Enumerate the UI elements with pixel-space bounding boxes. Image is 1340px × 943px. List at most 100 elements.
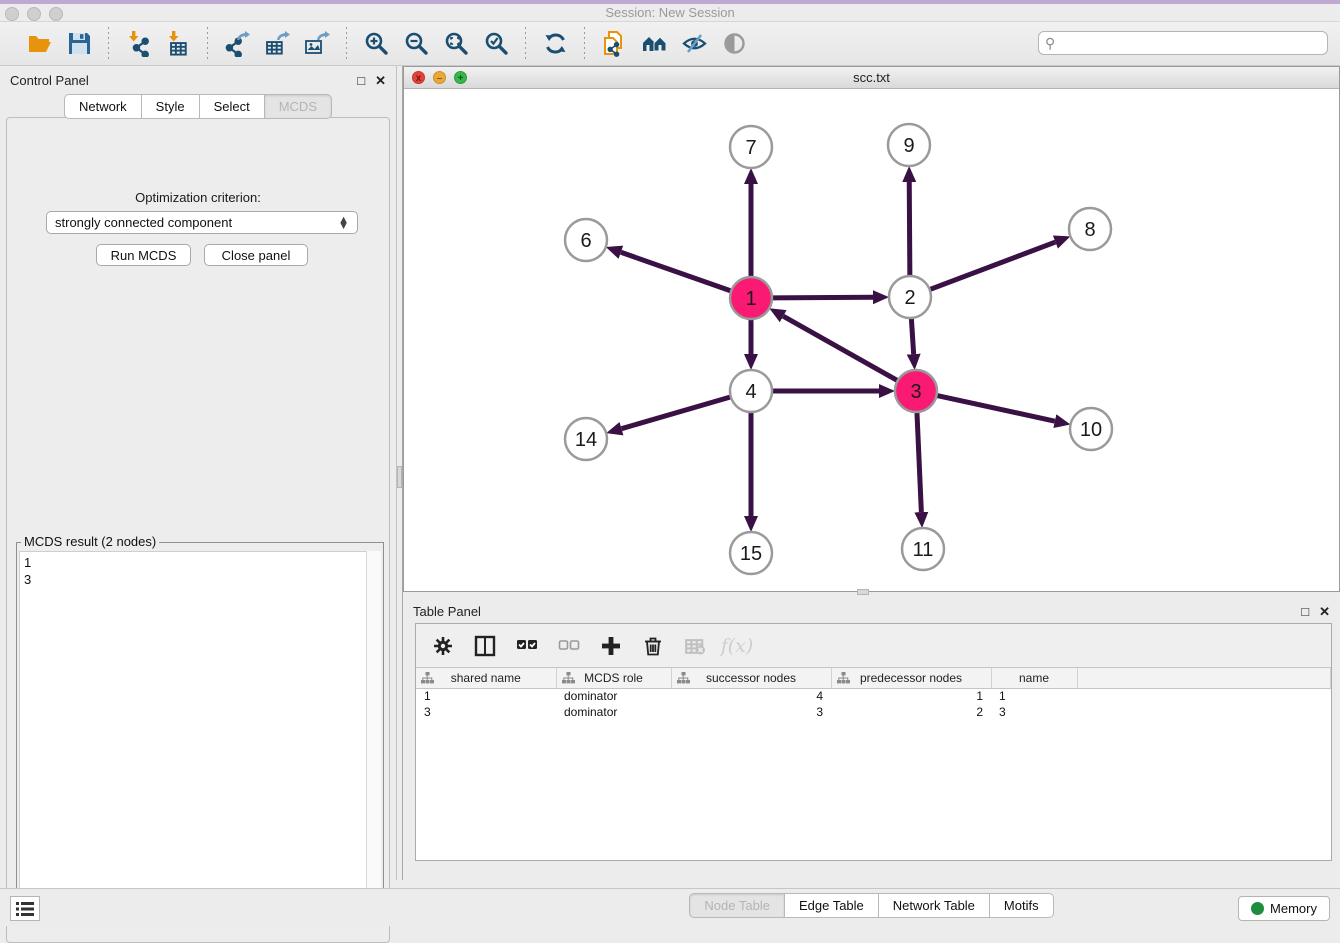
table-row[interactable]: 3dominator323: [416, 704, 1331, 720]
graph-node-10[interactable]: 10: [1070, 408, 1112, 450]
table-cell[interactable]: 3: [671, 704, 831, 720]
network-maximize-button[interactable]: +: [454, 71, 467, 84]
search-input[interactable]: [1059, 36, 1327, 51]
table-cell[interactable]: 2: [831, 704, 991, 720]
edge-3-1[interactable]: [783, 316, 897, 381]
edge-1-6[interactable]: [621, 252, 731, 291]
select-all-button[interactable]: [514, 633, 540, 659]
duplicate-network-button[interactable]: [599, 29, 629, 59]
table-tab-node-table[interactable]: Node Table: [689, 893, 785, 918]
edge-1-2[interactable]: [772, 297, 873, 298]
graph-node-6[interactable]: 6: [565, 219, 607, 261]
show-graphics-details-button[interactable]: [719, 29, 749, 59]
edge-2-9[interactable]: [909, 182, 910, 276]
open-file-button[interactable]: [24, 29, 54, 59]
add-row-button[interactable]: [598, 633, 624, 659]
column-header-MCDS-role[interactable]: MCDS role: [556, 668, 671, 688]
tab-mcds[interactable]: MCDS: [265, 94, 332, 119]
refresh-layout-button[interactable]: [540, 29, 570, 59]
table-tab-network-table[interactable]: Network Table: [879, 893, 990, 918]
settings-gear-button[interactable]: [430, 633, 456, 659]
control-panel-float-icon[interactable]: □: [357, 74, 365, 87]
tab-network[interactable]: Network: [64, 94, 142, 119]
zoom-in-button[interactable]: [361, 29, 391, 59]
node-table[interactable]: shared nameMCDS rolesuccessor nodesprede…: [416, 668, 1331, 720]
node-label-6: 6: [580, 230, 591, 252]
import-network-button[interactable]: [123, 29, 153, 59]
network-graph-canvas[interactable]: 7 9 6 8 1 2 4 3 14 10 15 11: [404, 89, 1339, 591]
table-row[interactable]: 1dominator411: [416, 688, 1331, 704]
graph-node-11[interactable]: 11: [902, 528, 944, 570]
import-table-button[interactable]: [163, 29, 193, 59]
table-cell[interactable]: 4: [671, 688, 831, 704]
edge-2-8[interactable]: [930, 242, 1056, 290]
edge-2-3[interactable]: [911, 318, 913, 354]
graph-node-15[interactable]: 15: [730, 532, 772, 574]
edge-4-14[interactable]: [622, 397, 731, 429]
optimization-criterion-select[interactable]: strongly connected component ▲▼: [46, 211, 358, 234]
export-table-button[interactable]: [262, 29, 292, 59]
mcds-result-scrollbar[interactable]: [366, 551, 381, 923]
column-header-successor-nodes[interactable]: successor nodes: [671, 668, 831, 688]
optimization-criterion-value: strongly connected component: [55, 215, 338, 230]
graph-node-2[interactable]: 2: [889, 276, 931, 318]
export-image-button[interactable]: [302, 29, 332, 59]
app-minimize-button[interactable]: [27, 7, 41, 21]
table-cell[interactable]: dominator: [556, 704, 671, 720]
task-history-button[interactable]: [10, 896, 40, 921]
table-tab-edge-table[interactable]: Edge Table: [785, 893, 879, 918]
control-panel-tabs: NetworkStyleSelectMCDS: [0, 94, 396, 119]
table-cell[interactable]: 1: [831, 688, 991, 704]
zoom-out-button[interactable]: [401, 29, 431, 59]
graph-node-8[interactable]: 8: [1069, 208, 1111, 250]
save-session-button[interactable]: [64, 29, 94, 59]
node-label-10: 10: [1080, 419, 1102, 441]
edge-3-10[interactable]: [937, 395, 1055, 421]
graph-node-14[interactable]: 14: [565, 418, 607, 460]
show-columns-button[interactable]: [472, 633, 498, 659]
vertical-splitter-grip[interactable]: [397, 466, 402, 488]
node-label-1: 1: [745, 288, 756, 310]
control-panel-close-icon[interactable]: ✕: [375, 74, 386, 87]
table-cell[interactable]: 3: [416, 704, 556, 720]
table-cell[interactable]: 3: [991, 704, 1077, 720]
app-zoom-button[interactable]: [49, 7, 63, 21]
zoom-fit-button[interactable]: [441, 29, 471, 59]
table-panel-float-icon[interactable]: □: [1301, 605, 1309, 618]
node-label-4: 4: [745, 381, 756, 403]
network-close-button[interactable]: x: [412, 71, 425, 84]
deselect-all-button[interactable]: [556, 633, 582, 659]
graph-node-7[interactable]: 7: [730, 126, 772, 168]
hide-selected-button[interactable]: [679, 29, 709, 59]
mcds-result-text[interactable]: 1 3: [19, 551, 368, 923]
table-cell[interactable]: 1: [991, 688, 1077, 704]
search-box[interactable]: ⚲: [1038, 31, 1328, 55]
zoom-selected-button[interactable]: [481, 29, 511, 59]
delete-row-button[interactable]: [640, 633, 666, 659]
tab-style[interactable]: Style: [142, 94, 200, 119]
network-minimize-button[interactable]: –: [433, 71, 446, 84]
edge-3-11[interactable]: [917, 412, 921, 512]
table-cell[interactable]: 1: [416, 688, 556, 704]
column-header-predecessor-nodes[interactable]: predecessor nodes: [831, 668, 991, 688]
column-header-name[interactable]: name: [991, 668, 1077, 688]
close-panel-button[interactable]: Close panel: [204, 244, 308, 266]
table-cell[interactable]: dominator: [556, 688, 671, 704]
column-header-shared-name[interactable]: shared name: [416, 668, 556, 688]
select-stepper-icon: ▲▼: [338, 217, 349, 229]
tab-select[interactable]: Select: [200, 94, 265, 119]
first-neighbors-button[interactable]: [639, 29, 669, 59]
network-window-titlebar[interactable]: x – + scc.txt: [404, 67, 1339, 89]
graph-node-3[interactable]: 3: [895, 370, 937, 412]
run-mcds-button[interactable]: Run MCDS: [96, 244, 191, 266]
app-close-button[interactable]: [5, 7, 19, 21]
graph-node-4[interactable]: 4: [730, 370, 772, 412]
horizontal-splitter-grip[interactable]: [857, 589, 869, 595]
graph-node-9[interactable]: 9: [888, 124, 930, 166]
table-tab-motifs[interactable]: Motifs: [990, 893, 1054, 918]
table-panel-close-icon[interactable]: ✕: [1319, 605, 1330, 618]
delete-table-button: [682, 633, 708, 659]
mcds-result-title: MCDS result (2 nodes): [21, 534, 159, 549]
graph-node-1[interactable]: 1: [730, 277, 772, 319]
export-network-button[interactable]: [222, 29, 252, 59]
